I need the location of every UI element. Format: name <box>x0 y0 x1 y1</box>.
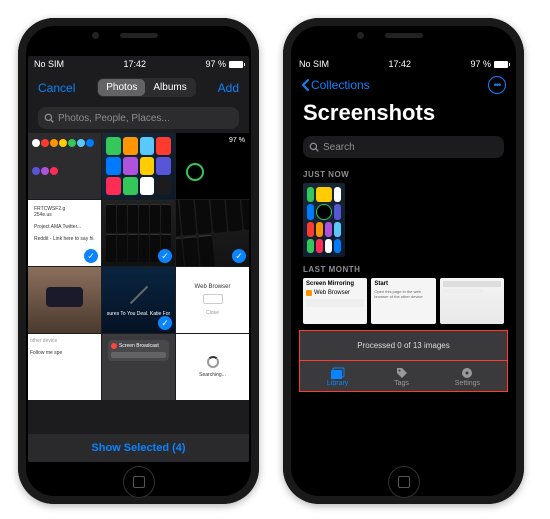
screenshot-thumb[interactable]: Start Open this page in the web browser … <box>371 278 435 324</box>
battery-icon <box>229 61 243 68</box>
carrier-label: No SIM <box>299 59 329 69</box>
segment-albums[interactable]: Albums <box>145 79 194 96</box>
screenshot-thumb[interactable] <box>303 183 345 257</box>
device-frame-left: No SIM 17:42 97 % Cancel Photos Albums A… <box>18 18 259 504</box>
back-label: Collections <box>311 78 370 92</box>
photo-thumb[interactable]: Searching... <box>176 334 249 400</box>
tab-tags[interactable]: Tags <box>394 367 409 387</box>
card-sub: Open this page in the web browser of the… <box>374 289 432 299</box>
card-title: Screen Mirroring <box>306 281 364 287</box>
photo-thumb[interactable]: 97 % <box>176 133 249 199</box>
photo-thumb[interactable]: other device Follow me spe <box>28 334 101 400</box>
screen-album: No SIM 17:42 97 % Collections ••• Screen… <box>293 56 514 462</box>
add-button[interactable]: Add <box>218 81 239 95</box>
screenshot-thumb[interactable] <box>440 278 504 324</box>
screenshot-thumb[interactable]: Screen Mirroring Web Browser <box>303 278 367 324</box>
tab-label: Settings <box>455 380 480 387</box>
home-button[interactable] <box>388 466 420 498</box>
picker-header: Cancel Photos Albums Add <box>28 72 249 103</box>
screen-photo-picker: No SIM 17:42 97 % Cancel Photos Albums A… <box>28 56 249 462</box>
photo-thumb[interactable] <box>28 133 101 199</box>
cancel-button[interactable]: Cancel <box>38 81 75 95</box>
screenshot-row: Screen Mirroring Web Browser Start Open … <box>293 278 514 324</box>
selected-check-icon: ✓ <box>232 249 246 263</box>
gear-icon <box>461 367 473 379</box>
carrier-label: No SIM <box>34 59 64 69</box>
photo-thumb[interactable]: Web Browser Close <box>176 267 249 333</box>
photo-stack-icon <box>331 367 345 379</box>
photo-thumb[interactable]: Screen Broadcast <box>102 334 175 400</box>
segmented-control[interactable]: Photos Albums <box>97 78 196 97</box>
battery-percent: 97 % <box>229 137 245 144</box>
card-title: Start <box>374 281 432 287</box>
nav-bar: Collections ••• <box>293 72 514 98</box>
show-selected-button[interactable]: Show Selected (4) <box>28 434 249 462</box>
search-input[interactable]: Photos, People, Places... <box>38 107 239 129</box>
ellipsis-icon: ••• <box>494 80 500 90</box>
photo-thumb[interactable]: ✓ <box>176 200 249 266</box>
tab-label: Tags <box>394 380 409 387</box>
device-frame-right: No SIM 17:42 97 % Collections ••• Screen… <box>283 18 524 504</box>
photo-thumb[interactable]: FRTCWSF2.g254e.usProject AMA Twitter...R… <box>28 200 101 266</box>
status-bar: No SIM 17:42 97 % <box>293 56 514 72</box>
more-button[interactable]: ••• <box>488 76 506 94</box>
tab-bar: Library Tags Settings <box>299 361 508 392</box>
section-header: JUST NOW <box>293 162 514 183</box>
screenshot-row <box>293 183 514 257</box>
search-icon <box>44 113 54 123</box>
chevron-left-icon <box>301 79 309 91</box>
battery-percent: 97 % <box>205 59 226 69</box>
segment-photos[interactable]: Photos <box>98 79 145 96</box>
tab-settings[interactable]: Settings <box>455 367 480 387</box>
status-bar: No SIM 17:42 97 % <box>28 56 249 72</box>
photo-thumb[interactable] <box>102 133 175 199</box>
search-input[interactable]: Search <box>303 136 504 158</box>
processing-toast: Processed 0 of 13 images <box>299 330 508 361</box>
card-sub: Web Browser <box>314 290 350 296</box>
photo-thumb[interactable]: sures To You Deal. Katie For ✓ <box>102 267 175 333</box>
battery-percent: 97 % <box>470 59 491 69</box>
clock: 17:42 <box>388 59 411 69</box>
section-header: LAST MONTH <box>293 257 514 278</box>
battery-icon <box>494 61 508 68</box>
back-button[interactable]: Collections <box>301 78 370 92</box>
search-placeholder: Search <box>323 142 355 153</box>
page-title: Screenshots <box>293 98 514 132</box>
selected-check-icon: ✓ <box>158 249 172 263</box>
photo-grid[interactable]: 97 % FRTCWSF2.g254e.usProject AMA Twitte… <box>28 133 249 434</box>
selected-check-icon: ✓ <box>158 316 172 330</box>
search-icon <box>309 142 319 152</box>
photo-thumb[interactable]: ✓ <box>102 200 175 266</box>
home-button[interactable] <box>123 466 155 498</box>
clock: 17:42 <box>123 59 146 69</box>
selected-check-icon: ✓ <box>84 249 98 263</box>
tab-library[interactable]: Library <box>327 367 348 387</box>
photo-thumb[interactable] <box>28 267 101 333</box>
search-placeholder: Photos, People, Places... <box>58 113 170 124</box>
tag-icon <box>396 367 408 379</box>
tab-label: Library <box>327 380 348 387</box>
